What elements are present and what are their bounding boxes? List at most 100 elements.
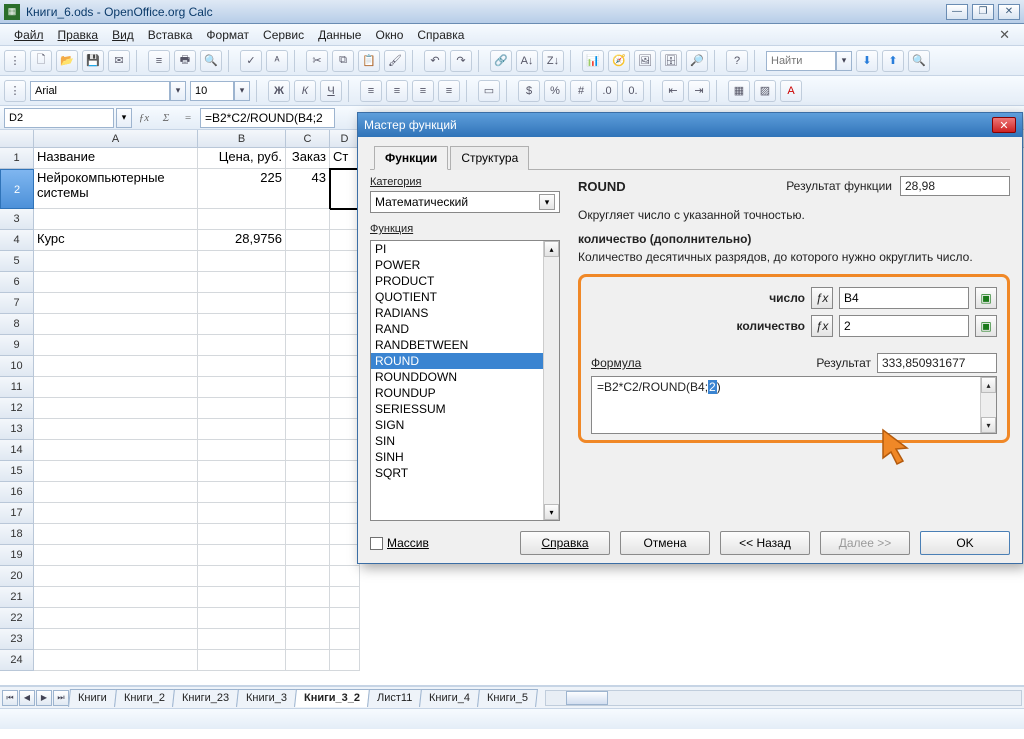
bgcolor-icon[interactable]: ▨ <box>754 80 776 102</box>
fx-button[interactable]: ƒx <box>811 315 833 337</box>
find-dialog-icon[interactable]: 🔍 <box>908 50 930 72</box>
cell[interactable] <box>286 566 330 587</box>
menu-view[interactable]: Вид <box>106 26 140 44</box>
cell[interactable] <box>330 293 360 314</box>
cell[interactable] <box>286 482 330 503</box>
open-icon[interactable]: 📂 <box>56 50 78 72</box>
find-next-icon[interactable]: ⬇ <box>856 50 878 72</box>
cell[interactable] <box>198 314 286 335</box>
sort-asc-icon[interactable]: A↓ <box>516 50 538 72</box>
menu-help[interactable]: Справка <box>411 26 470 44</box>
sheet-tab[interactable]: Книги_4 <box>419 689 480 707</box>
sheet-tab[interactable]: Книги_23 <box>172 689 239 707</box>
menu-data[interactable]: Данные <box>312 26 367 44</box>
cell[interactable] <box>34 335 198 356</box>
cell[interactable] <box>286 440 330 461</box>
cell[interactable] <box>198 335 286 356</box>
prev-sheet-icon[interactable]: ◀ <box>19 690 35 706</box>
menu-edit[interactable]: Правка <box>52 26 105 44</box>
fontcolor-icon[interactable]: A <box>780 80 802 102</box>
cell[interactable] <box>330 314 360 335</box>
cell[interactable] <box>198 587 286 608</box>
back-button[interactable]: << Назад <box>720 531 810 555</box>
param1-input[interactable] <box>839 287 969 309</box>
merge-icon[interactable]: ▭ <box>478 80 500 102</box>
equals-icon[interactable]: = <box>178 108 198 128</box>
dec-decimal-icon[interactable]: 0. <box>622 80 644 102</box>
row-header[interactable]: 9 <box>0 335 34 356</box>
link-icon[interactable]: 🔗 <box>490 50 512 72</box>
cell[interactable] <box>34 209 198 230</box>
sheet-tab[interactable]: Книги_3 <box>236 689 297 707</box>
cell[interactable] <box>34 377 198 398</box>
cell[interactable] <box>34 251 198 272</box>
cell[interactable]: Название <box>34 148 198 169</box>
cell[interactable] <box>330 230 360 251</box>
standard-format-icon[interactable]: # <box>570 80 592 102</box>
textarea-scrollbar[interactable]: ▴ ▾ <box>980 377 996 433</box>
paste-icon[interactable]: 📋 <box>358 50 380 72</box>
cell-reference[interactable]: D2 <box>4 108 114 128</box>
row-header[interactable]: 24 <box>0 650 34 671</box>
list-item[interactable]: PI <box>371 241 559 257</box>
cell[interactable] <box>330 524 360 545</box>
cell[interactable] <box>330 503 360 524</box>
sheet-tab[interactable]: Лист11 <box>367 689 422 707</box>
cell[interactable] <box>286 608 330 629</box>
cell[interactable] <box>34 545 198 566</box>
cell[interactable] <box>286 503 330 524</box>
cell[interactable] <box>286 209 330 230</box>
row-header[interactable]: 14 <box>0 440 34 461</box>
sum-icon[interactable]: Σ <box>156 108 176 128</box>
cell[interactable] <box>330 587 360 608</box>
undo-icon[interactable]: ↶ <box>424 50 446 72</box>
borders-icon[interactable]: ▦ <box>728 80 750 102</box>
scroll-up-icon[interactable]: ▴ <box>544 241 559 257</box>
cell[interactable] <box>330 169 360 209</box>
chevron-down-icon[interactable]: ▾ <box>234 81 250 101</box>
italic-icon[interactable]: К <box>294 80 316 102</box>
row-header[interactable]: 7 <box>0 293 34 314</box>
cell[interactable] <box>286 314 330 335</box>
cell[interactable] <box>34 314 198 335</box>
cell[interactable] <box>34 398 198 419</box>
param2-input[interactable] <box>839 315 969 337</box>
tab-structure[interactable]: Структура <box>450 146 529 170</box>
menu-insert[interactable]: Вставка <box>142 26 199 44</box>
row-header[interactable]: 6 <box>0 272 34 293</box>
new-icon[interactable]: 🗋 <box>30 50 52 72</box>
row-header[interactable]: 19 <box>0 545 34 566</box>
datasource-icon[interactable]: 🗄 <box>660 50 682 72</box>
font-name-input[interactable] <box>30 81 170 101</box>
cell[interactable] <box>198 209 286 230</box>
cell[interactable] <box>286 230 330 251</box>
help-icon[interactable]: ? <box>726 50 748 72</box>
row-header[interactable]: 13 <box>0 419 34 440</box>
list-item[interactable]: PRODUCT <box>371 273 559 289</box>
cell[interactable] <box>198 272 286 293</box>
print-icon[interactable]: 🖶 <box>174 50 196 72</box>
font-size-combo[interactable]: ▾ <box>190 81 250 101</box>
preview-icon[interactable]: 🔍 <box>200 50 222 72</box>
pdf-icon[interactable]: ≡ <box>148 50 170 72</box>
align-justify-icon[interactable]: ≡ <box>438 80 460 102</box>
row-header[interactable]: 12 <box>0 398 34 419</box>
last-sheet-icon[interactable]: ⏭ <box>53 690 69 706</box>
cell[interactable] <box>286 587 330 608</box>
cell[interactable] <box>330 377 360 398</box>
list-item[interactable]: SERIESSUM <box>371 401 559 417</box>
help-button[interactable]: Справка <box>520 531 610 555</box>
bold-icon[interactable]: Ж <box>268 80 290 102</box>
cell[interactable] <box>198 419 286 440</box>
menu-format[interactable]: Формат <box>200 26 255 44</box>
row-header[interactable]: 23 <box>0 629 34 650</box>
cell[interactable] <box>34 482 198 503</box>
tab-functions[interactable]: Функции <box>374 146 448 170</box>
cut-icon[interactable]: ✂ <box>306 50 328 72</box>
cell[interactable] <box>330 440 360 461</box>
chevron-down-icon[interactable]: ▾ <box>170 81 186 101</box>
horizontal-scrollbar[interactable] <box>545 690 1022 706</box>
scroll-down-icon[interactable]: ▾ <box>544 504 559 520</box>
list-item[interactable]: SINH <box>371 449 559 465</box>
cell[interactable] <box>286 461 330 482</box>
